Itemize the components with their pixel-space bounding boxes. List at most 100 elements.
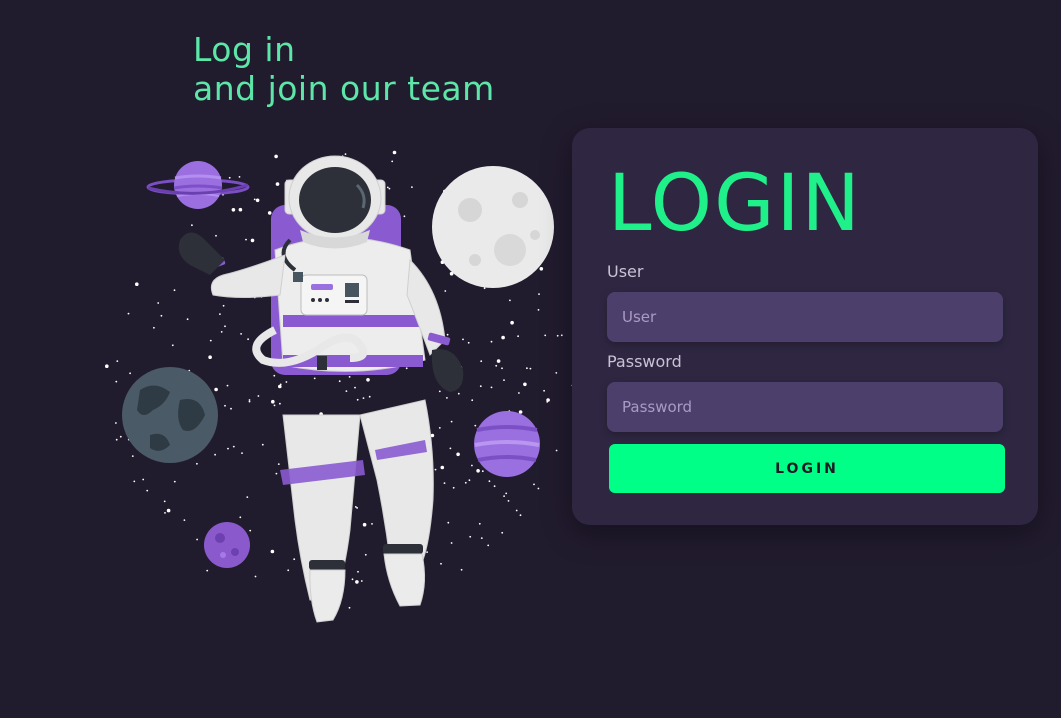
star bbox=[480, 537, 483, 539]
star bbox=[360, 580, 363, 582]
purple-planet-icon bbox=[474, 411, 540, 477]
star bbox=[480, 360, 483, 363]
star bbox=[293, 558, 296, 561]
star bbox=[544, 334, 547, 337]
star bbox=[518, 410, 523, 414]
star bbox=[215, 234, 217, 237]
star bbox=[443, 482, 446, 484]
star bbox=[183, 519, 186, 521]
star bbox=[214, 387, 218, 392]
star bbox=[246, 496, 249, 498]
star bbox=[261, 443, 264, 446]
star bbox=[222, 304, 225, 307]
star bbox=[357, 570, 359, 573]
login-button[interactable]: LOGIN bbox=[609, 444, 1005, 493]
star bbox=[444, 290, 447, 292]
star bbox=[273, 374, 276, 377]
star bbox=[556, 334, 559, 337]
star bbox=[488, 480, 491, 483]
star bbox=[250, 238, 255, 243]
star bbox=[371, 523, 373, 525]
star bbox=[247, 338, 250, 341]
star bbox=[368, 395, 371, 398]
star bbox=[519, 514, 522, 517]
star bbox=[226, 384, 229, 387]
star bbox=[173, 289, 176, 292]
star bbox=[546, 398, 550, 402]
star bbox=[146, 489, 149, 492]
star bbox=[483, 287, 486, 290]
star bbox=[467, 341, 470, 344]
star bbox=[153, 326, 155, 329]
star bbox=[505, 492, 508, 495]
star bbox=[275, 182, 280, 186]
star bbox=[471, 464, 473, 467]
star bbox=[356, 398, 359, 401]
star bbox=[388, 187, 391, 190]
star bbox=[518, 392, 520, 394]
star bbox=[157, 302, 160, 304]
star bbox=[127, 312, 130, 315]
star bbox=[456, 452, 460, 457]
star bbox=[191, 224, 193, 227]
star bbox=[208, 355, 212, 359]
star bbox=[503, 379, 505, 381]
star bbox=[476, 469, 480, 473]
star bbox=[450, 542, 453, 544]
star bbox=[537, 309, 540, 311]
star bbox=[230, 407, 232, 410]
star bbox=[270, 549, 275, 554]
star bbox=[274, 154, 278, 159]
star bbox=[469, 535, 472, 538]
star bbox=[517, 335, 519, 338]
password-label: Password bbox=[607, 352, 682, 371]
star bbox=[206, 569, 209, 572]
star bbox=[196, 538, 198, 541]
star bbox=[426, 551, 428, 553]
star bbox=[452, 486, 455, 489]
star bbox=[273, 404, 276, 407]
star bbox=[133, 480, 136, 483]
star bbox=[279, 402, 281, 405]
star bbox=[447, 521, 450, 524]
star bbox=[249, 529, 252, 532]
ringed-planet-icon bbox=[146, 161, 250, 209]
star bbox=[490, 386, 493, 389]
user-input[interactable] bbox=[607, 292, 1003, 342]
star bbox=[345, 390, 348, 392]
star bbox=[533, 483, 535, 486]
star bbox=[173, 480, 176, 483]
star bbox=[344, 153, 347, 155]
star bbox=[171, 344, 174, 347]
hero-title-line2: and join our team bbox=[193, 69, 495, 108]
star bbox=[115, 380, 118, 383]
password-input[interactable] bbox=[607, 382, 1003, 432]
star bbox=[478, 522, 481, 525]
star bbox=[392, 150, 397, 155]
star bbox=[362, 522, 367, 527]
star bbox=[501, 531, 504, 534]
star bbox=[238, 207, 243, 212]
earth-icon bbox=[122, 367, 218, 463]
star bbox=[196, 462, 198, 465]
star bbox=[507, 500, 510, 502]
star bbox=[160, 314, 163, 317]
star bbox=[523, 382, 527, 387]
star bbox=[411, 186, 413, 188]
star bbox=[287, 569, 290, 572]
star bbox=[253, 198, 256, 201]
star bbox=[446, 397, 448, 399]
moon-icon bbox=[432, 166, 554, 288]
star bbox=[438, 427, 441, 429]
star bbox=[105, 364, 109, 368]
star bbox=[474, 424, 477, 427]
star bbox=[501, 367, 503, 370]
star bbox=[495, 364, 498, 367]
star bbox=[354, 386, 356, 389]
star bbox=[119, 435, 122, 438]
star bbox=[510, 320, 514, 325]
star bbox=[468, 479, 471, 482]
star bbox=[440, 562, 442, 565]
star bbox=[228, 176, 231, 179]
star bbox=[529, 367, 532, 370]
